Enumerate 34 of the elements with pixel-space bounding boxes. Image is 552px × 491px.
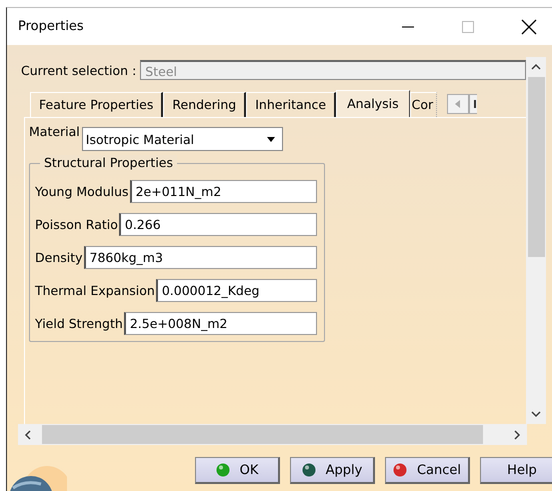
scroll-left-icon[interactable] (24, 428, 32, 440)
input-field[interactable]: 0.266 (118, 213, 317, 236)
tab[interactable]: Analysis (336, 90, 410, 117)
dialog-button[interactable]: Apply (290, 457, 375, 484)
material-dropdown[interactable]: Isotropic Material (82, 127, 283, 151)
field-label: Poisson Ratio (35, 217, 118, 232)
tab[interactable]: Cor (410, 92, 437, 117)
field-label: Yield Strength (35, 316, 123, 331)
horizontal-scrollbar[interactable] (18, 424, 527, 445)
field-label: Young Modulus (35, 184, 129, 199)
group-title: Structural Properties (40, 155, 178, 170)
ball-icon (392, 463, 407, 477)
tab-scroll-right-icon[interactable] (468, 94, 477, 114)
input-field[interactable]: 0.000012_Kdeg (156, 279, 317, 302)
material-label: Material (29, 124, 80, 139)
ball-icon (216, 463, 230, 477)
dialog-button[interactable]: Help (480, 457, 552, 484)
input-field[interactable]: 2e+011N_m2 (130, 180, 317, 203)
scroll-right-icon[interactable] (513, 428, 521, 440)
close-icon[interactable] (521, 18, 537, 34)
tab[interactable]: Feature Properties (30, 92, 164, 117)
scroll-down-icon[interactable] (530, 410, 542, 418)
field-label: Density (35, 250, 83, 265)
current-selection-label: Current selection : (21, 62, 136, 78)
field-label: Thermal Expansion (35, 283, 155, 298)
window-title: Properties (18, 19, 85, 34)
tab[interactable]: Rendering (163, 92, 246, 117)
dialog-button[interactable]: Cancel (385, 457, 470, 484)
ball-icon (302, 463, 316, 477)
scroll-up-icon[interactable] (530, 63, 542, 71)
input-field[interactable]: 7860kg_m3 (84, 246, 317, 269)
vertical-scrollbar[interactable] (526, 57, 546, 424)
dialog-button[interactable]: OK (195, 457, 280, 484)
input-field[interactable]: 2.5e+008N_m2 (124, 312, 317, 335)
